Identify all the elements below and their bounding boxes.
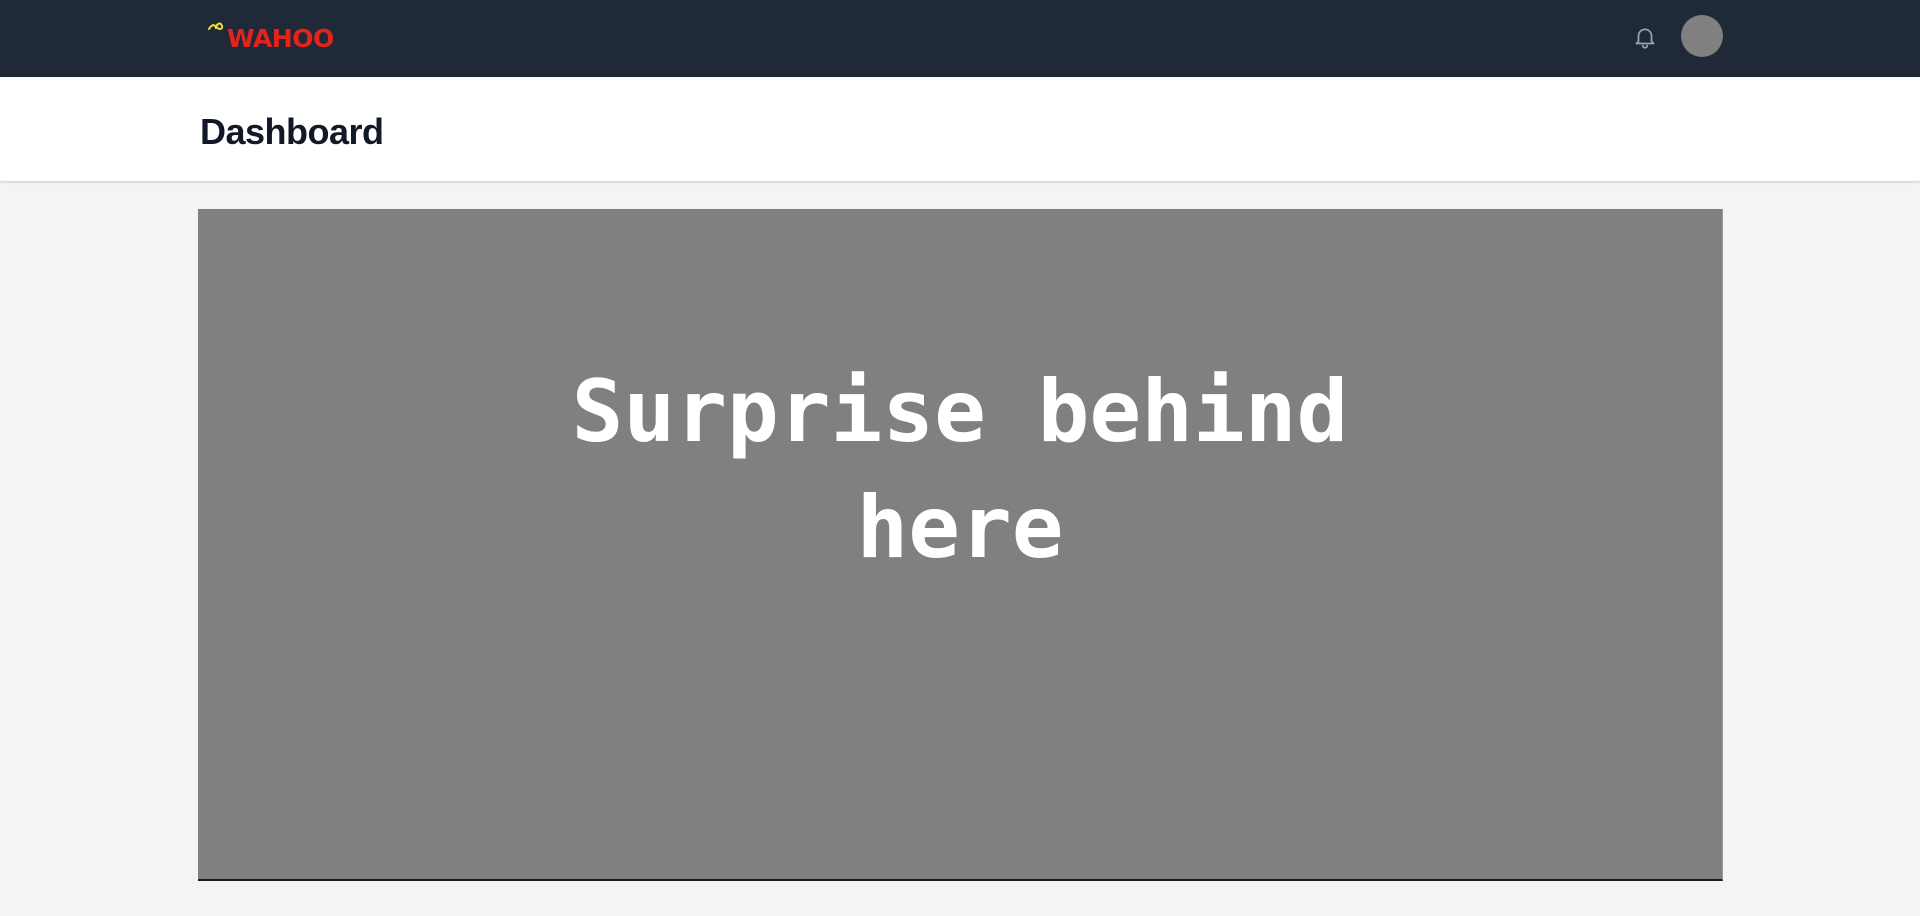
wahoo-logo[interactable]: WAHOO [207, 20, 357, 54]
surprise-text: Surprise behind here [571, 362, 1349, 578]
bell-icon[interactable] [1632, 23, 1658, 51]
avatar[interactable] [1681, 15, 1723, 57]
surprise-panel: Surprise behind here [198, 209, 1723, 881]
top-nav-bar: WAHOO [0, 0, 1920, 77]
logo-spark-icon [208, 22, 224, 31]
page-header: Dashboard [0, 77, 1920, 181]
page-title: Dashboard [200, 111, 384, 152]
logo-text: WAHOO [227, 24, 334, 53]
